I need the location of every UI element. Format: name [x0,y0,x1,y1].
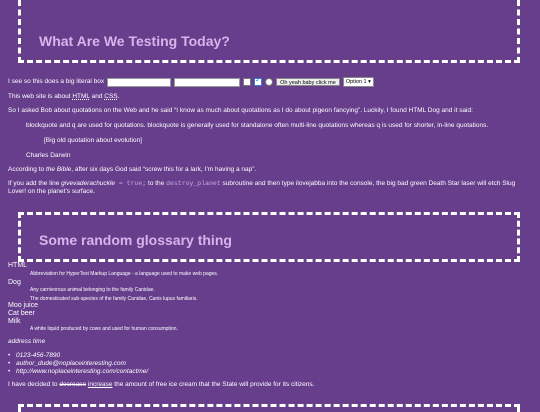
checkbox-unchecked[interactable] [243,78,252,86]
icecream-paragraph: I have decided to decrease increase the … [8,381,315,388]
glossary-term: Milk [8,318,21,325]
heading-box-2: Some random glossary thing [18,212,520,262]
page-title: What Are We Testing Today? [39,33,230,49]
glossary-title: Some random glossary thing [39,232,232,248]
glossary-def: The domesticated sub-species of the fami… [30,296,198,302]
glossary-def: Abbreviation for HyperText Markup Langua… [30,271,219,277]
glossary-def: A white liquid produced by cows and used… [30,326,178,332]
deleted-word: decrease [59,381,87,388]
glossary-def: Any carnivorous animal belonging to the … [30,287,155,293]
code-true: = true; [114,180,147,187]
abbr-css: CSS [104,93,118,100]
bible-paragraph: According to the Bible, after six days G… [8,166,257,173]
variable-name: givevaderachuckle [61,180,115,187]
bob-paragraph: So I asked Bob about quotations on the W… [8,107,473,114]
click-me-button[interactable]: Oh yeah baby click me [276,78,340,86]
contact-url[interactable]: http://www.noplaceinteresting.com/contac… [8,368,148,376]
contact-email[interactable]: author_dude@noplaceinteresting.com [8,360,126,368]
glossary-term: Dog [8,279,21,286]
contact-phone: 0123-456-7890 [8,352,60,360]
inserted-word: increase [87,381,113,388]
about-paragraph: This web site is about HTML and CSS. [8,93,120,100]
text-input-1[interactable] [107,77,172,87]
checkbox-checked[interactable] [254,77,263,86]
add-line-paragraph: If you add the line givevaderachuckle = … [8,180,516,196]
text-input-2[interactable] [174,77,241,87]
form-row: I see so this does a big literal box Oh … [8,77,374,87]
form-label: I see so this does a big literal box [8,77,105,85]
big-quote: [Big old quotation about evolution] [44,137,142,144]
glossary-term: HTML [8,262,28,269]
cite-author: Charles Darwin [26,152,71,159]
address-time: address time [8,338,46,345]
heading-box-1: What Are We Testing Today? [18,0,520,63]
heading-box-3 [18,404,520,412]
radio-button[interactable] [265,78,274,86]
code-destroy-planet: destroy_planet [166,180,221,187]
blockquote: blockquote and q are used for quotations… [26,122,489,129]
abbr-html: HTML [72,93,90,100]
bible-title: the Bible [45,166,72,173]
page-content: What Are We Testing Today? I see so this… [8,0,532,412]
option-select[interactable]: Option 1 ▾ [342,77,374,87]
